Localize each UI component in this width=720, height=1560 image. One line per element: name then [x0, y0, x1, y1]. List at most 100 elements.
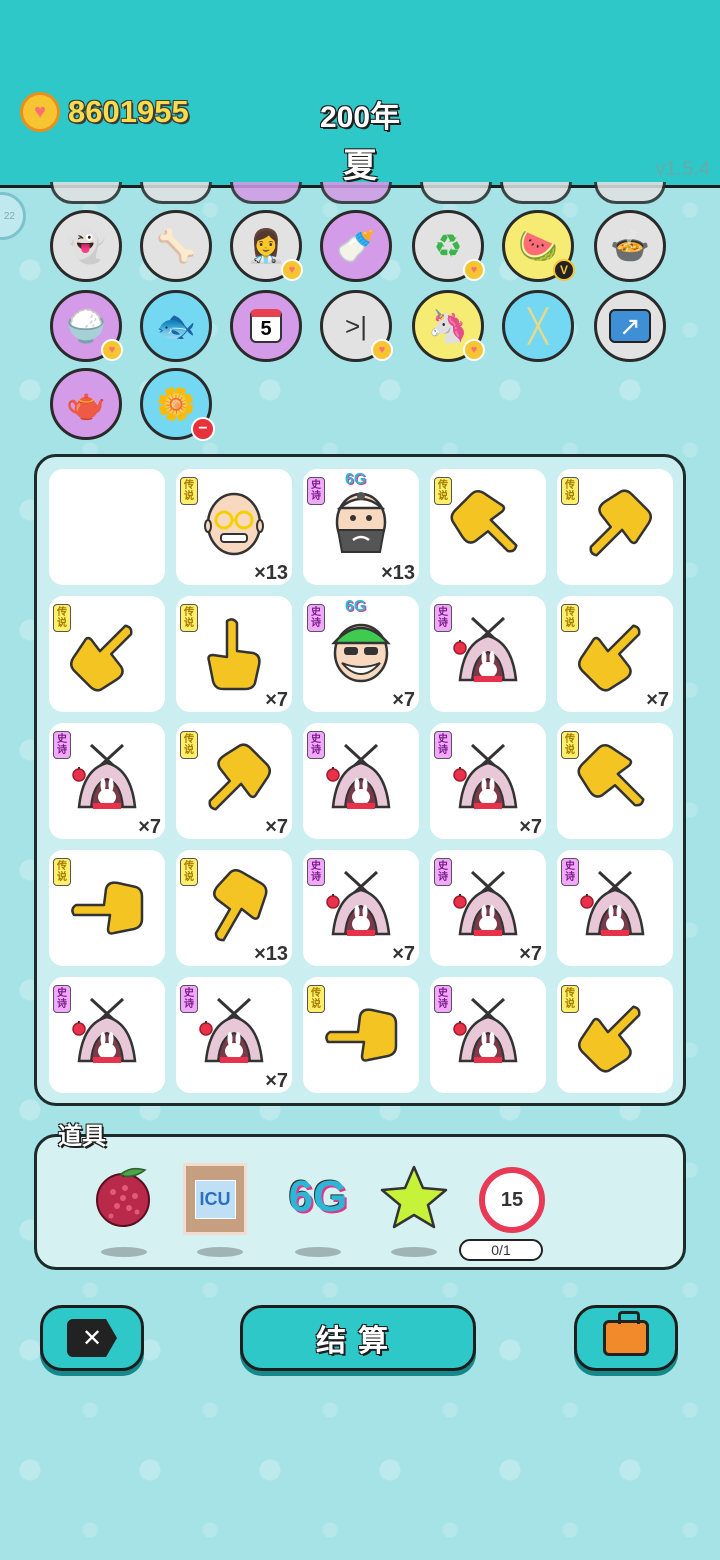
multiplier-count: ×13 [254, 562, 288, 584]
upgrade-baby-bottle[interactable]: 🍼 [320, 210, 392, 282]
upgrade-fruit-bowl[interactable]: 🍉 V [502, 210, 575, 282]
grid-cell[interactable]: 传说 [557, 469, 673, 585]
grid-cell[interactable]: 史诗 [303, 723, 419, 839]
grid-cell[interactable]: 史诗 ×7 [303, 850, 419, 966]
upgrade-calendar[interactable]: 5 [230, 290, 302, 362]
grid-cell[interactable]: 史诗 [430, 977, 546, 1093]
upgrade-partial [140, 182, 212, 204]
upgrade-recycle[interactable]: ♻ ♥ [412, 210, 485, 282]
item-6g[interactable]: 6G [273, 1161, 363, 1259]
upgrade-dog-bowl[interactable]: 🦴 [140, 210, 212, 282]
rarity-tag: 史诗 [180, 985, 198, 1013]
grid-cell[interactable]: 史诗 ×7 [176, 977, 292, 1093]
pointing-hand-icon [201, 743, 271, 818]
grid-cell[interactable]: 史诗 [430, 596, 546, 712]
rarity-tag: 传说 [561, 985, 579, 1013]
item-timer[interactable]: 15 0/1 [459, 1161, 559, 1261]
grid-cell[interactable]: 史诗 [557, 850, 673, 966]
grid-cell[interactable]: 传说 [557, 977, 673, 1093]
upgrade-ghost[interactable]: 👻 [50, 210, 122, 282]
heart-badge-icon: ♥ [281, 259, 303, 281]
item-bayberry[interactable] [79, 1161, 169, 1259]
bayberry-icon [89, 1165, 159, 1229]
upgrade-chopsticks[interactable]: ╳ [502, 290, 574, 362]
grid-cell[interactable]: 传说 [557, 723, 673, 839]
grid-cell[interactable]: 传说 ×7 [176, 596, 292, 712]
pointing-hand-icon [578, 617, 648, 692]
six-g-tag: 6G [345, 471, 367, 488]
grid-cell[interactable]: 传说 ×7 [557, 596, 673, 712]
bunny-tent-icon [69, 739, 145, 824]
grid-cell[interactable]: 传说 [430, 469, 546, 585]
pointing-hand-icon [577, 744, 648, 818]
season-label: 夏 [343, 147, 377, 185]
star-icon [379, 1165, 449, 1229]
upgrade-skip[interactable]: >| ♥ [320, 290, 393, 362]
green-hat-man-icon [326, 613, 396, 696]
grid-cell[interactable]: 传说 ×13 [176, 850, 292, 966]
grid-cell[interactable]: 传说 [49, 596, 165, 712]
upgrade-gravy-boat[interactable]: 🫖 [50, 368, 122, 440]
grid-cell[interactable]: 史诗 6G ×13 [303, 469, 419, 585]
grid-cell[interactable]: 史诗 6G ×7 [303, 596, 419, 712]
coin-counter: ♥ 8601955 [20, 92, 189, 132]
upgrade-flower-pot[interactable]: 🌼 − [140, 368, 215, 441]
bunny-tent-icon [450, 739, 526, 824]
pointing-hand-icon [582, 489, 652, 564]
remove-badge-icon: − [191, 417, 215, 441]
timer-value: 15 [500, 1188, 524, 1211]
upgrade-cooking-pot[interactable]: 🍲 [594, 210, 666, 282]
upgrade-fish-tank[interactable]: 🐟 [140, 290, 212, 362]
side-level-badge[interactable]: 22 [0, 192, 26, 240]
grid-cell[interactable]: 史诗 [49, 977, 165, 1093]
rarity-tag: 史诗 [307, 604, 325, 632]
multiplier-count: ×7 [392, 943, 415, 965]
grid-cell[interactable]: 史诗 ×7 [430, 850, 546, 966]
grid-cell[interactable] [49, 469, 165, 585]
arrow-up-box-icon: ↗ [609, 309, 651, 343]
grid-cell[interactable]: 传说 [303, 977, 419, 1093]
vip-badge-icon: V [553, 259, 575, 281]
gravy-boat-icon: 🫖 [66, 386, 106, 422]
briefcase-icon [603, 1311, 649, 1356]
settle-button[interactable]: 结算 [240, 1305, 476, 1371]
items-label: 道具 [58, 1123, 106, 1150]
heart-badge-icon: ♥ [463, 339, 485, 361]
icu-text: ICU [194, 1179, 236, 1219]
pointing-hand-icon [201, 617, 267, 691]
cooking-pot-icon: 🍲 [610, 228, 650, 264]
rarity-tag: 传说 [434, 477, 452, 505]
grid-cell[interactable]: 传说 [49, 850, 165, 966]
rarity-tag: 史诗 [307, 858, 325, 886]
upgrade-partial [320, 182, 392, 204]
upgrade-rice-bowl[interactable]: 🍚 ♥ [50, 290, 123, 362]
item-shadow [101, 1247, 147, 1257]
grid-cell[interactable]: 传说 ×7 [176, 723, 292, 839]
upgrade-partial [594, 182, 666, 204]
bag-button[interactable] [574, 1305, 678, 1371]
rarity-tag: 史诗 [434, 858, 452, 886]
upgrade-unicorn[interactable]: 🦄 ♥ [412, 290, 485, 362]
rarity-tag: 史诗 [434, 604, 452, 632]
pointing-hand-icon [70, 617, 140, 692]
rice-bowl-icon: 🍚 [66, 308, 106, 344]
timer-counter: 0/1 [459, 1239, 543, 1261]
grid-cell[interactable]: 史诗 ×7 [430, 723, 546, 839]
exit-button[interactable]: ✕ [40, 1305, 144, 1371]
rarity-tag: 传说 [180, 731, 198, 759]
grid-cell[interactable]: 传说 ×13 [176, 469, 292, 585]
upgrade-arrow-up-box[interactable]: ↗ [594, 290, 666, 362]
bunny-tent-icon [450, 866, 526, 951]
grid-cell[interactable]: 史诗 ×7 [49, 723, 165, 839]
six-g-text: 6G [288, 1172, 348, 1221]
multiplier-count: ×13 [381, 562, 415, 584]
item-star[interactable] [369, 1161, 459, 1259]
item-icu[interactable]: ICU [175, 1161, 265, 1259]
rarity-tag: 史诗 [561, 858, 579, 886]
rarity-tag: 传说 [307, 985, 325, 1013]
rarity-tag: 传说 [53, 604, 71, 632]
multiplier-count: ×7 [138, 816, 161, 838]
upgrade-nurses[interactable]: 👩‍⚕️ ♥ [230, 210, 303, 282]
flower-pot-icon: 🌼 [156, 386, 196, 422]
grandpa-icon [199, 488, 269, 567]
